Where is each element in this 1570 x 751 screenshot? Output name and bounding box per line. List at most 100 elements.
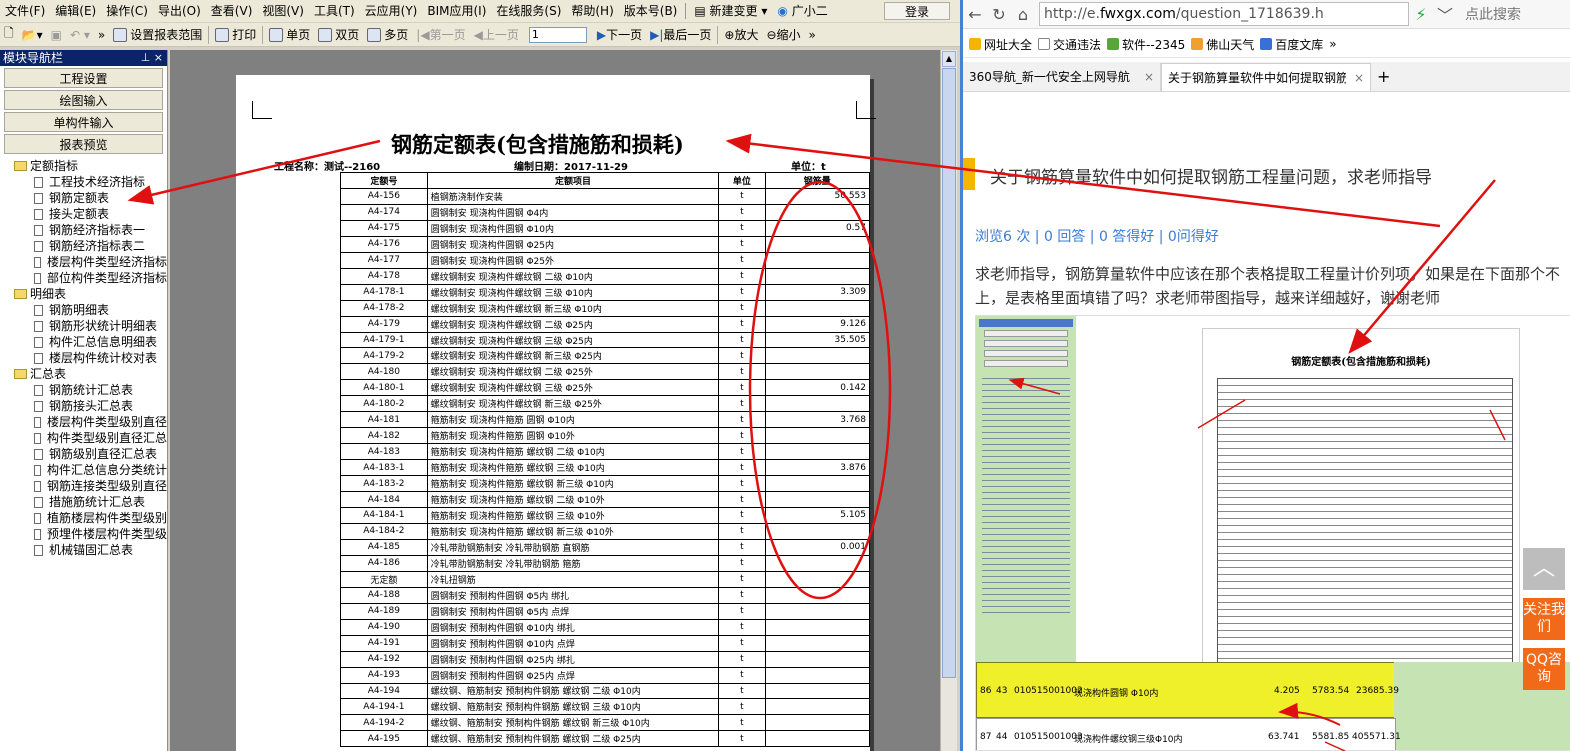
menu-online[interactable]: 在线服务(S) [491,0,566,22]
security-icon[interactable]: ⚡ [1409,5,1433,24]
open-folder-icon[interactable]: 📂▾ [18,24,47,46]
tree-folder[interactable]: 明细表 [0,286,167,302]
scrollbar-thumb[interactable] [942,68,956,678]
tab-360-nav[interactable]: 360导航_新一代安全上网导航 × [963,63,1161,91]
save-icon[interactable]: ▣ [47,24,66,46]
tree-item[interactable]: 接头定额表 [0,206,167,222]
menu-version[interactable]: 版本号(B) [619,0,683,22]
tree-item[interactable]: 机械锚固汇总表 [0,542,167,558]
back-to-top-button[interactable]: ︿ [1523,548,1565,590]
browser-search-input[interactable]: 点此搜索 [1465,4,1521,24]
nav-report-preview-button[interactable]: 报表预览 [4,134,163,154]
tree-item[interactable]: 钢筋接头汇总表 [0,398,167,414]
undo-icon[interactable]: ↶ ▾ [66,24,94,46]
menu-operate[interactable]: 操作(C) [101,0,153,22]
tree-item[interactable]: 措施筋统计汇总表 [0,494,167,510]
print-button[interactable]: 打印 [211,24,260,46]
tree-item[interactable]: 钢筋定额表 [0,190,167,206]
login-button[interactable]: 登录 [883,2,950,20]
new-file-icon[interactable]: 🗋 [0,24,18,46]
last-page-button[interactable]: ▶| 最后一页 [646,24,715,46]
tree-item[interactable]: 钢筋统计汇总表 [0,382,167,398]
home-icon[interactable]: ⌂ [1011,5,1035,24]
cell-code: A4-180-2 [340,395,428,413]
cell-item: 箍筋制安 现浇构件箍筋 圆钢 Φ10外 [426,427,720,445]
follow-us-button[interactable]: 关注我们 [1523,598,1565,640]
bookmark-4[interactable]: 佛山天气 [1191,36,1254,53]
question-image[interactable]: 钢筋定额表(包含措施筋和损耗) 86 43 010515001002 现浇构件圆… [975,315,1570,751]
menu-tools[interactable]: 工具(T) [309,0,360,22]
toolbar-more-chevron-icon[interactable]: » [805,24,820,46]
menu-viewport[interactable]: 视图(V) [257,0,309,22]
first-page-button[interactable]: |◀ 第一页 [412,24,469,46]
helper-button[interactable]: ◉ 广小二 [772,0,832,22]
tree-item[interactable]: 钢筋经济指标表二 [0,238,167,254]
tree-item[interactable]: 钢筋形状统计明细表 [0,318,167,334]
prev-page-button[interactable]: ◀ 上一页 [470,24,523,46]
menu-view[interactable]: 查看(V) [206,0,258,22]
tab-question[interactable]: 关于钢筋算量软件中如何提取钢筋 × [1161,63,1371,91]
bookmark-icon [969,38,981,50]
single-page-button[interactable]: 单页 [265,24,314,46]
dropdown-icon[interactable]: ﹀ [1433,2,1457,26]
cell-code: A4-186 [340,554,428,572]
nav-single-member-button[interactable]: 单构件输入 [4,112,163,132]
tree-item[interactable]: 钢筋经济指标表一 [0,222,167,238]
tree-item[interactable]: 钢筋连接类型级别直径 [0,478,167,494]
new-tab-icon[interactable]: + [1371,63,1396,91]
cell-unit: t [718,347,766,365]
page-number-input[interactable]: 1 [528,26,587,43]
zoom-out-button[interactable]: ⊖ 缩小 [762,24,804,46]
bookmark-5[interactable]: 百度文库 [1260,36,1323,53]
tree-item[interactable]: 预埋件楼层构件类型级 [0,526,167,542]
menu-bim[interactable]: BIM应用(I) [422,0,491,22]
double-page-button[interactable]: 双页 [314,24,363,46]
tree-folder[interactable]: 汇总表 [0,366,167,382]
menu-cloud[interactable]: 云应用(Y) [360,0,423,22]
tree-item[interactable]: 植筋楼层构件类型级别 [0,510,167,526]
back-icon[interactable]: ← [963,5,987,24]
tree-item[interactable]: 工程技术经济指标 [0,174,167,190]
close-tab-icon[interactable]: × [1144,63,1154,91]
bookmarks-more-icon[interactable]: » [1329,37,1336,51]
bookmark-3[interactable]: 软件--2345 [1107,36,1185,53]
cell-qty [764,491,871,509]
more-chevron-icon[interactable]: » [94,24,109,46]
menu-export[interactable]: 导出(O) [153,0,206,22]
bookmark-2[interactable]: 交通违法 [1038,36,1101,53]
tree-item[interactable]: 构件类型级别直径汇总 [0,430,167,446]
preview-scrollbar[interactable]: ▲ [940,50,957,751]
multi-page-button[interactable]: 多页 [363,24,412,46]
tree-item-label: 钢筋级别直径汇总表 [49,447,158,461]
bookmark-1[interactable]: 网址大全 [969,36,1032,53]
tree-item[interactable]: 楼层构件类型经济指标 [0,254,167,270]
new-change-button[interactable]: ▤ 新建变更 ▾ [689,0,772,22]
nav-project-settings-button[interactable]: 工程设置 [4,68,163,88]
tree-item[interactable]: 钢筋级别直径汇总表 [0,446,167,462]
tree-item[interactable]: 构件汇总信息分类统计 [0,462,167,478]
tree-folder[interactable]: 定额指标 [0,158,167,174]
cell-qty [764,618,871,636]
scroll-up-icon[interactable]: ▲ [942,51,956,67]
tree-item[interactable]: 部位构件类型经济指标 [0,270,167,286]
qq-consult-button[interactable]: QQ咨询 [1523,648,1565,690]
pin-close-icons[interactable]: ⊥ × [141,50,163,66]
refresh-icon[interactable]: ↻ [987,5,1011,24]
zoom-in-label: 放大 [734,28,759,42]
tree-item[interactable]: 楼层构件类型级别直径 [0,414,167,430]
question-stats[interactable]: 浏览6 次 | 0 回答 | 0 答得好 | 0问得好 [975,226,1219,246]
tree-item[interactable]: 构件汇总信息明细表 [0,334,167,350]
cell-unit: t [718,698,766,716]
menu-edit[interactable]: 编辑(E) [50,0,101,22]
menu-help[interactable]: 帮助(H) [566,0,618,22]
menu-file[interactable]: 文件(F) [0,0,50,22]
cell-qty [764,203,871,221]
nav-draw-input-button[interactable]: 绘图输入 [4,90,163,110]
address-bar[interactable]: http://e. fwxgx.com/question_1718639.h [1039,2,1409,26]
tree-item[interactable]: 钢筋明细表 [0,302,167,318]
close-tab-icon[interactable]: × [1354,64,1364,91]
tree-item[interactable]: 楼层构件统计校对表 [0,350,167,366]
zoom-in-button[interactable]: ⊕ 放大 [720,24,762,46]
next-page-button[interactable]: ▶ 下一页 [593,24,646,46]
set-range-button[interactable]: 设置报表范围 [109,24,206,46]
